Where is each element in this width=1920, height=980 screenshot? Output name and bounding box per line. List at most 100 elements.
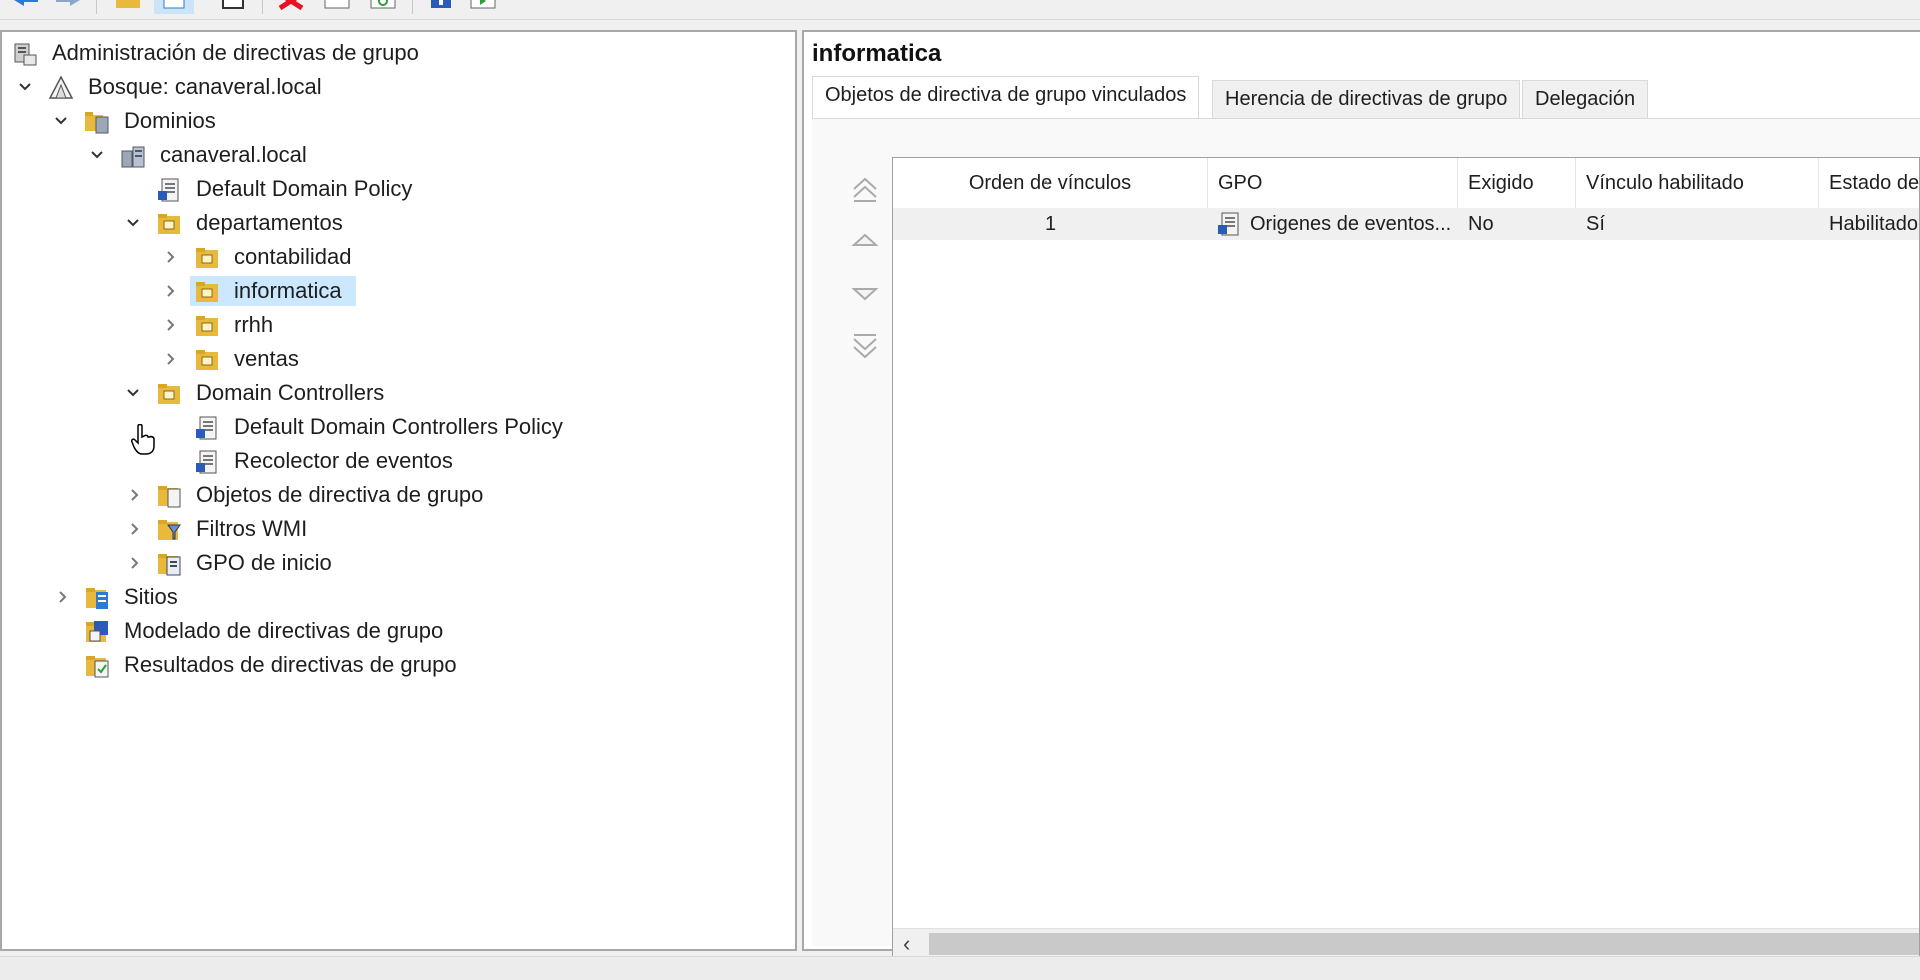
tree-label: departamentos (196, 210, 343, 235)
tree-item-recolector[interactable]: Recolector de eventos (2, 446, 792, 476)
gpo-folder-icon (158, 486, 181, 508)
chevron-right-icon[interactable] (128, 522, 142, 536)
tree-label: Default Domain Controllers Policy (234, 414, 563, 439)
tree-label: Default Domain Policy (196, 176, 413, 201)
tree-item-wmi-filters[interactable]: Filtros WMI (2, 514, 792, 544)
linked-gpo-grid: ^ Orden de vínculos GPO Exigido Vínculo … (892, 157, 1920, 959)
tree-label: Filtros WMI (196, 516, 308, 541)
sort-ascending-icon: ^ (1043, 178, 1049, 192)
column-header-order[interactable]: ^ Orden de vínculos (893, 158, 1208, 208)
forward-arrow-icon[interactable] (52, 0, 84, 14)
tab-linked-gpos[interactable]: Objetos de directiva de grupo vinculados (812, 76, 1200, 118)
tree-item-domains[interactable]: Dominios (2, 106, 792, 136)
horizontal-scrollbar[interactable]: ‹ (893, 928, 1919, 958)
cell-gpo: Origenes de eventos... (1208, 208, 1458, 240)
properties-icon[interactable] (322, 0, 352, 14)
action-pane-icon[interactable] (468, 0, 498, 14)
tree-label: Resultados de directivas de grupo (124, 652, 457, 677)
column-label: Orden de vínculos (968, 172, 1132, 194)
ou-folder-icon (158, 214, 180, 234)
tree-label-selected: informatica (234, 278, 342, 303)
chevron-down-icon[interactable] (126, 386, 140, 400)
tree-item-departamentos[interactable]: departamentos (2, 208, 792, 238)
tree-label: ventas (234, 346, 299, 371)
move-link-to-bottom-icon[interactable] (850, 331, 880, 361)
chevron-right-icon[interactable] (128, 488, 142, 502)
ou-folder-icon (196, 248, 218, 268)
chevron-right-icon[interactable] (56, 590, 70, 604)
chevron-down-icon[interactable] (126, 216, 140, 230)
tree-label: Recolector de eventos (234, 448, 453, 473)
help-icon[interactable] (428, 0, 454, 14)
sites-icon (86, 588, 108, 609)
chevron-right-icon[interactable] (164, 352, 178, 366)
gp-modeling-icon (86, 621, 108, 642)
column-header-link-enabled[interactable]: Vínculo habilitado (1576, 158, 1819, 208)
cell-enforced: No (1468, 213, 1494, 235)
gpo-link-icon (158, 178, 179, 202)
tree-label: rrhh (234, 312, 274, 337)
chevron-right-icon[interactable] (164, 250, 178, 264)
refresh-icon[interactable] (368, 0, 398, 14)
gpo-link-icon (196, 450, 217, 474)
tab-strip: Objetos de directiva de grupo vinculados… (812, 76, 1920, 118)
scroll-left-icon[interactable]: ‹ (903, 931, 910, 957)
chevron-down-icon[interactable] (90, 148, 104, 162)
tree-item-gpm-root[interactable]: Administración de directivas de grupo (2, 38, 792, 68)
tree-label: Bosque: canaveral.local (88, 74, 322, 99)
scrollbar-thumb[interactable] (929, 933, 1919, 955)
tree-item-default-dc-policy[interactable]: Default Domain Controllers Policy (2, 412, 792, 442)
tree-item-contabilidad[interactable]: contabilidad (2, 242, 792, 272)
tree-item-modeling[interactable]: Modelado de directivas de grupo (2, 616, 792, 646)
details-pane: informatica Objetos de directiva de grup… (802, 30, 1920, 959)
chevron-down-icon[interactable] (54, 114, 68, 128)
cell-link-enabled: Sí (1586, 213, 1605, 235)
tree-item-results[interactable]: Resultados de directivas de grupo (2, 650, 792, 680)
chevron-down-icon[interactable] (18, 80, 32, 94)
move-link-down-icon[interactable] (850, 279, 880, 309)
tree-label: contabilidad (234, 244, 352, 269)
move-link-to-top-icon[interactable] (850, 175, 880, 205)
back-arrow-icon[interactable] (10, 0, 42, 14)
print-icon[interactable] (220, 0, 246, 14)
chevron-right-icon[interactable] (164, 284, 178, 298)
cell-order: 1 (1044, 213, 1057, 235)
gpm-console-icon (14, 43, 37, 66)
tree-item-domain[interactable]: canaveral.local (2, 140, 792, 170)
starter-gpo-icon (158, 554, 181, 576)
tree-item-gpo-objects[interactable]: Objetos de directiva de grupo (2, 480, 792, 510)
tree-item-sites[interactable]: Sitios (2, 582, 792, 612)
tree-item-informatica[interactable]: informatica (2, 276, 792, 306)
tree-item-rrhh[interactable]: rrhh (2, 310, 792, 340)
tab-delegation[interactable]: Delegación (1522, 80, 1649, 118)
tree-item-starter-gpos[interactable]: GPO de inicio (2, 548, 792, 578)
show-hide-tree-icon[interactable] (154, 0, 194, 14)
delete-icon[interactable] (276, 0, 306, 14)
tree-label: Objetos de directiva de grupo (196, 482, 484, 507)
column-header-enforced[interactable]: Exigido (1458, 158, 1576, 208)
tab-gp-inheritance[interactable]: Herencia de directivas de grupo (1212, 80, 1521, 118)
table-row[interactable]: 1 Origenes de eventos... No Sí Habilitad… (893, 208, 1919, 240)
tree-label: Domain Controllers (196, 380, 385, 405)
ou-folder-icon (196, 282, 218, 302)
folder-up-icon[interactable] (114, 0, 142, 14)
cell-gpo-text: Origenes de eventos... (1250, 213, 1452, 235)
chevron-right-icon[interactable] (128, 556, 142, 570)
column-header-gpo[interactable]: GPO (1208, 158, 1458, 208)
tree-item-forest[interactable]: Bosque: canaveral.local (2, 72, 792, 102)
domain-icon (121, 146, 145, 168)
tree-label: Sitios (124, 584, 178, 609)
tree-item-ventas[interactable]: ventas (2, 344, 792, 374)
tree-label: canaveral.local (160, 142, 307, 167)
move-link-up-icon[interactable] (850, 227, 880, 257)
toolbar (0, 0, 1920, 20)
hand-cursor-icon (131, 424, 155, 455)
ou-folder-icon (196, 316, 218, 336)
content-title: informatica (812, 40, 942, 67)
tree-item-domain-controllers[interactable]: Domain Controllers (2, 378, 792, 408)
chevron-right-icon[interactable] (164, 318, 178, 332)
tree-label: Dominios (124, 108, 216, 133)
tree-item-default-domain-policy[interactable]: Default Domain Policy (2, 174, 792, 204)
column-header-status[interactable]: Estado de G (1819, 158, 1919, 208)
grid-header: ^ Orden de vínculos GPO Exigido Vínculo … (893, 158, 1919, 208)
